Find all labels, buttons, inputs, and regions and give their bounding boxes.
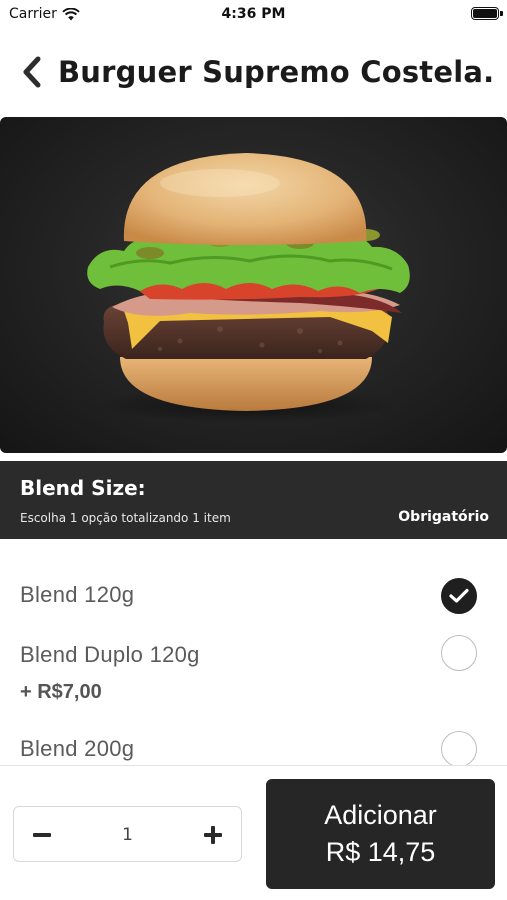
battery-cap	[500, 11, 503, 16]
status-bar: Carrier 4:36 PM	[0, 0, 507, 28]
header: Burguer Supremo Costela.	[0, 40, 507, 104]
required-badge: Obrigatório	[398, 509, 489, 525]
radio-selected[interactable]	[441, 578, 477, 614]
option-label: Blend Duplo 120g	[20, 642, 200, 667]
back-button[interactable]	[6, 42, 58, 102]
increase-button[interactable]	[185, 807, 241, 863]
option-blend-120g[interactable]: Blend 120g	[0, 566, 507, 624]
battery-icon	[471, 7, 499, 20]
section-header: Blend Size: Escolha 1 opção totalizando …	[0, 461, 507, 539]
chevron-left-icon	[23, 56, 41, 88]
radio-unselected[interactable]	[441, 635, 477, 671]
product-image	[0, 117, 507, 453]
radio-unselected[interactable]	[441, 731, 477, 767]
bottom-bar: 1 Adicionar R$ 14,75	[0, 765, 507, 900]
status-time: 4:36 PM	[221, 6, 286, 22]
add-button-label: Adicionar	[324, 800, 437, 830]
option-blend-duplo-120g[interactable]: Blend Duplo 120g + R$7,00	[0, 624, 507, 716]
minus-icon	[33, 833, 51, 837]
plus-icon	[204, 826, 222, 844]
section-title: Blend Size:	[20, 476, 146, 500]
quantity-value: 1	[122, 825, 133, 845]
option-label: Blend 120g	[20, 582, 135, 607]
option-label: Blend 200g	[20, 736, 135, 761]
checkmark-icon	[449, 588, 469, 603]
add-to-cart-button[interactable]: Adicionar R$ 14,75	[266, 779, 495, 889]
quantity-stepper: 1	[13, 806, 242, 862]
section-subtitle: Escolha 1 opção totalizando 1 item	[20, 511, 231, 525]
burger-illustration	[87, 153, 410, 423]
option-blend-200g[interactable]: Blend 200g	[0, 716, 507, 767]
option-price: + R$7,00	[20, 681, 102, 703]
add-button-price: R$ 14,75	[325, 837, 436, 867]
page-title: Burguer Supremo Costela.	[58, 55, 495, 89]
decrease-button[interactable]	[14, 807, 70, 863]
